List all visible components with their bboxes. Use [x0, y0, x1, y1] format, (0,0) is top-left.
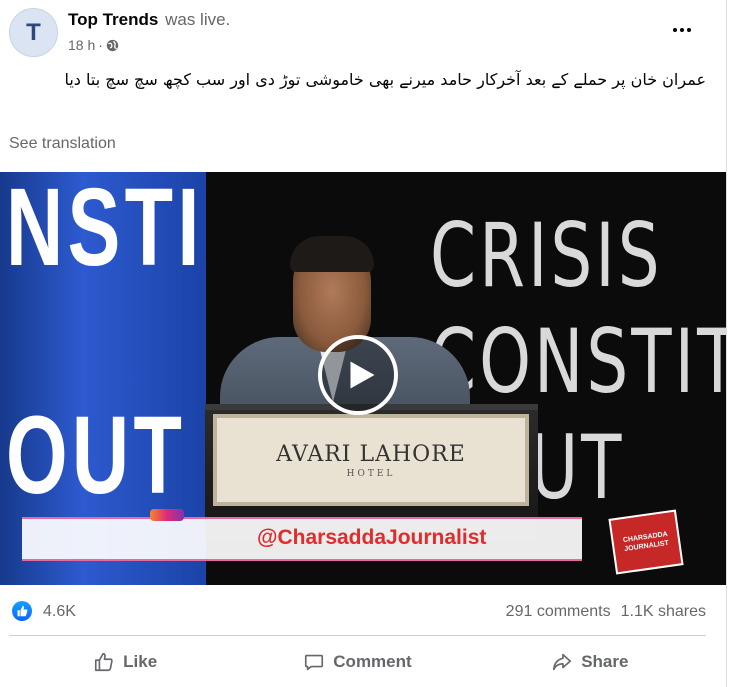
post-meta: 18 h · — [68, 37, 119, 53]
share-icon — [553, 653, 572, 671]
post-header: Top Trends was live. — [68, 10, 230, 30]
reaction-count[interactable]: 4.6K — [43, 603, 76, 621]
comments-count[interactable]: 291 comments — [506, 603, 611, 621]
avatar[interactable]: T — [9, 8, 58, 57]
live-status: was live. — [165, 10, 231, 29]
video-player[interactable]: NSTI OUT CRISIS CONSTIT SOUT AVARI LAHOR… — [0, 172, 726, 585]
like-reaction-icon[interactable] — [12, 601, 32, 621]
divider — [9, 635, 706, 636]
post-card: T Top Trends was live. 18 h · عمران خان … — [0, 0, 727, 687]
podium-sign: AVARI LAHORE HOTEL — [213, 414, 529, 506]
speaker-hair — [290, 236, 374, 272]
like-label: Like — [123, 652, 158, 671]
backdrop-text-left-2: OUT — [6, 394, 187, 517]
avatar-letter: T — [26, 18, 41, 46]
page-name-link[interactable]: Top Trends — [68, 10, 158, 29]
play-icon — [350, 361, 375, 389]
globe-icon[interactable] — [106, 39, 119, 52]
post-stats: 4.6K 291 comments 1.1K shares — [9, 598, 706, 628]
watermark-bar: @CharsaddaJournalist — [22, 509, 582, 561]
comment-icon — [305, 654, 324, 671]
comment-label: Comment — [333, 652, 412, 671]
post-timestamp[interactable]: 18 h — [68, 37, 95, 53]
post-text: عمران خان پر حملے کے بعد آخرکار حامد میر… — [64, 70, 706, 89]
action-bar: Like Comment Share — [9, 642, 706, 682]
comment-button[interactable]: Comment — [241, 642, 473, 682]
podium-hotel-sub: HOTEL — [346, 468, 396, 479]
shares-count[interactable]: 1.1K shares — [621, 603, 706, 621]
backdrop-text-left: NSTI — [6, 172, 204, 289]
share-label: Share — [581, 652, 629, 671]
podium-hotel-name: AVARI LAHORE — [276, 441, 466, 467]
more-options-button[interactable] — [664, 16, 700, 44]
share-button[interactable]: Share — [474, 642, 706, 682]
thumbs-up-icon — [95, 652, 113, 672]
instagram-icon — [150, 509, 184, 521]
play-button[interactable] — [318, 335, 398, 415]
channel-logo: CHARSADDA JOURNALIST — [608, 509, 684, 575]
more-options-icon — [673, 28, 677, 32]
like-button[interactable]: Like — [9, 642, 241, 682]
watermark-handle: @CharsaddaJournalist — [257, 526, 487, 549]
see-translation-link[interactable]: See translation — [9, 135, 116, 153]
